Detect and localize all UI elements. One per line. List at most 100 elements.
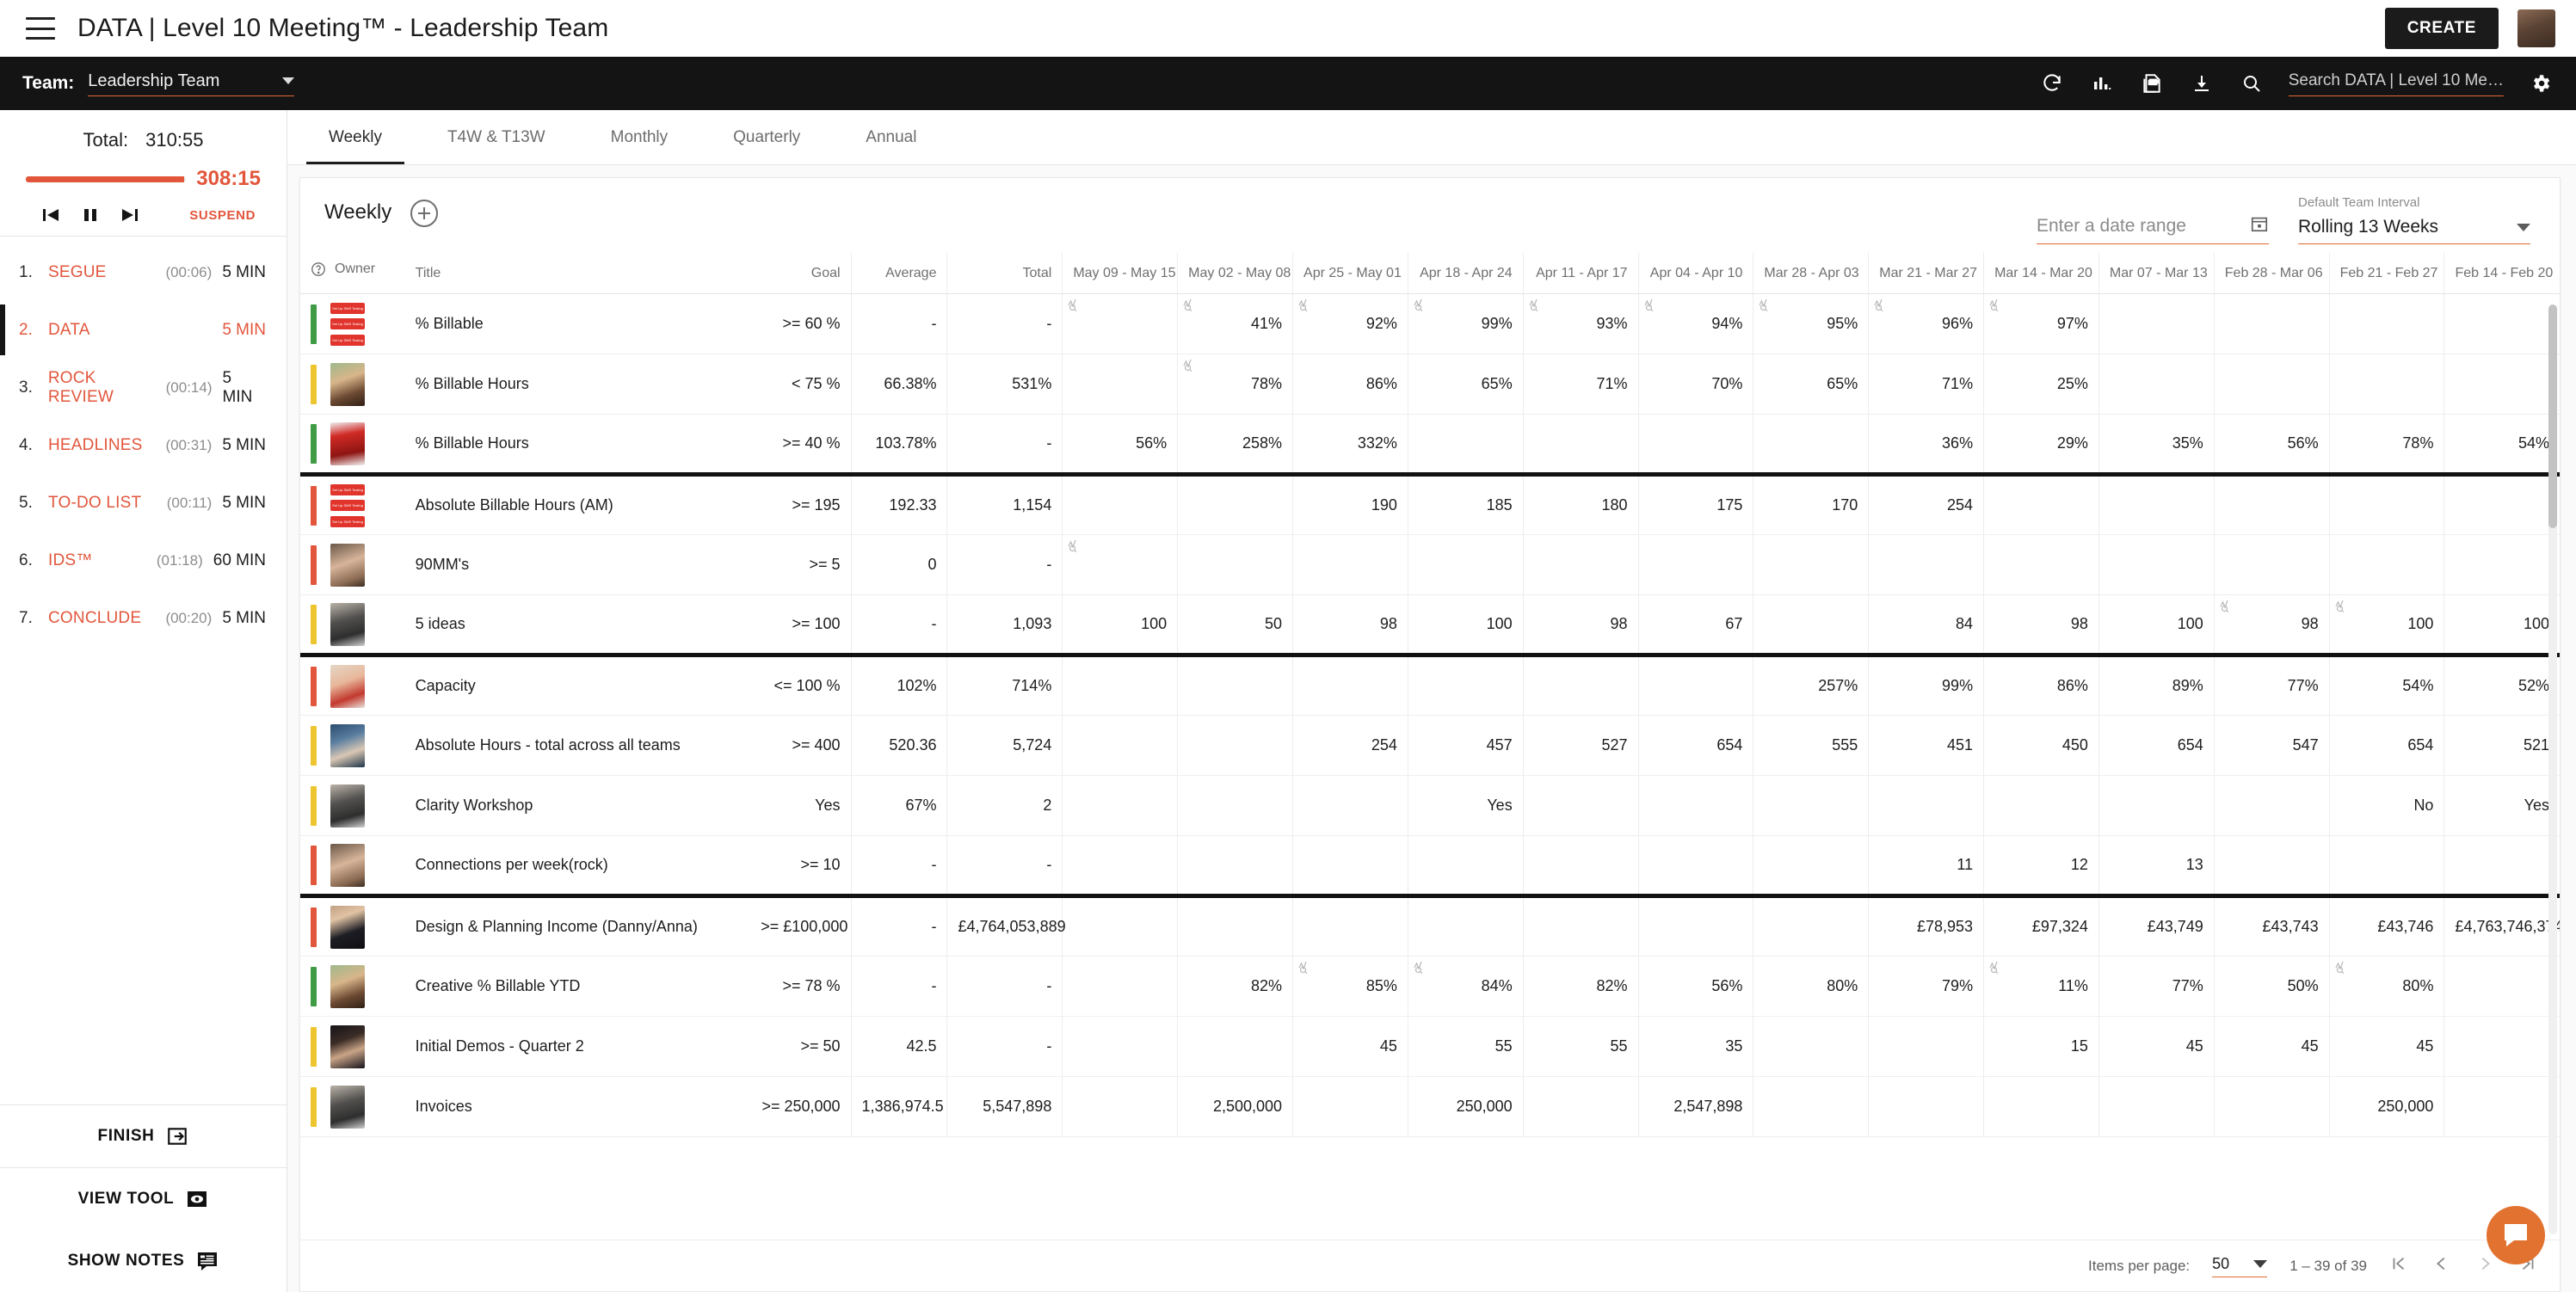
owner-avatar[interactable] xyxy=(330,905,365,949)
measurable-week-value[interactable] xyxy=(1753,835,1869,896)
measurable-title[interactable]: % Billable xyxy=(404,293,751,354)
measurable-week-value[interactable]: 258% xyxy=(1177,414,1293,475)
first-page-button[interactable] xyxy=(2389,1254,2408,1277)
measurable-week-value[interactable] xyxy=(1177,894,1293,957)
measurable-title[interactable]: Absolute Billable Hours (AM) xyxy=(404,472,751,535)
measurable-week-value[interactable]: 95% xyxy=(1753,293,1869,354)
measurable-week-value[interactable]: 332% xyxy=(1292,414,1408,475)
avatar[interactable] xyxy=(2517,9,2555,47)
measurable-week-value[interactable] xyxy=(1177,472,1293,535)
measurable-week-value[interactable]: 13 xyxy=(2098,835,2215,896)
measurable-week-value[interactable]: 98 xyxy=(1292,594,1408,655)
measurable-week-value[interactable]: 654 xyxy=(1637,715,1753,776)
measurable-week-value[interactable]: £78,953 xyxy=(1868,894,1984,957)
measurable-week-value[interactable]: 45 xyxy=(1292,1016,1408,1077)
measurable-week-value[interactable] xyxy=(2444,1076,2560,1137)
measurable-week-value[interactable]: 98 xyxy=(1522,594,1639,655)
measurable-week-value[interactable] xyxy=(2213,354,2330,415)
measurable-goal[interactable]: >= 5 xyxy=(750,534,852,595)
measurable-week-value[interactable] xyxy=(1753,775,1869,836)
tab-monthly[interactable]: Monthly xyxy=(578,110,701,164)
measurable-week-value[interactable]: 12 xyxy=(1983,835,2099,896)
view-tool-button[interactable]: VIEW TOOL xyxy=(0,1168,287,1230)
sparkline-icon[interactable] xyxy=(1989,298,2005,311)
measurable-week-value[interactable]: 94% xyxy=(1637,293,1753,354)
table-row[interactable]: 5 ideas >= 100-1,093 100 50 98 100 98 67 84 98 100… xyxy=(300,594,2560,655)
measurable-week-value[interactable] xyxy=(2098,472,2215,535)
measurable-week-value[interactable] xyxy=(2328,835,2444,896)
measurable-week-value[interactable]: 89% xyxy=(2098,653,2215,716)
column-header-week[interactable]: Mar 28 - Apr 03 xyxy=(1753,253,1869,294)
table-row[interactable]: % Billable Hours < 75 % 66.38% 531% 78% 86% 65… xyxy=(300,354,2560,415)
measurable-week-value[interactable] xyxy=(2098,534,2215,595)
measurable-week-value[interactable]: 254 xyxy=(1292,715,1408,776)
measurable-week-value[interactable] xyxy=(1062,534,1178,595)
scrollbar-thumb[interactable] xyxy=(2548,305,2557,528)
measurable-week-value[interactable]: 85% xyxy=(1292,956,1408,1017)
measurable-week-value[interactable] xyxy=(1292,653,1408,716)
measurable-title[interactable]: Creative % Billable YTD xyxy=(404,956,751,1017)
measurable-week-value[interactable]: 527 xyxy=(1522,715,1639,776)
bar-chart-icon[interactable] xyxy=(2089,71,2115,96)
measurable-week-value[interactable] xyxy=(2098,1076,2215,1137)
measurable-week-value[interactable] xyxy=(1292,1076,1408,1137)
measurable-week-value[interactable]: 2,500,000 xyxy=(1177,1076,1293,1137)
tab-quarterly[interactable]: Quarterly xyxy=(700,110,833,164)
measurable-goal[interactable]: >= £100,000 xyxy=(750,894,852,957)
measurable-week-value[interactable] xyxy=(1177,775,1293,836)
column-header-week[interactable]: Apr 25 - May 01 xyxy=(1292,253,1408,294)
measurable-week-value[interactable] xyxy=(1983,1076,2099,1137)
measurable-week-value[interactable] xyxy=(1868,534,1984,595)
column-header-week[interactable]: May 02 - May 08 xyxy=(1177,253,1293,294)
measurable-week-value[interactable]: 450 xyxy=(1983,715,2099,776)
measurable-week-value[interactable] xyxy=(1522,775,1639,836)
measurable-week-value[interactable]: 185 xyxy=(1407,472,1524,535)
measurable-week-value[interactable]: 84 xyxy=(1868,594,1984,655)
measurable-week-value[interactable] xyxy=(1062,956,1178,1017)
measurable-week-value[interactable] xyxy=(2213,1076,2330,1137)
measurable-week-value[interactable] xyxy=(2328,534,2444,595)
measurable-week-value[interactable] xyxy=(1062,835,1178,896)
measurable-week-value[interactable] xyxy=(1062,653,1178,716)
agenda-item-to-do-list[interactable]: 5. TO-DO LIST (00:11) 5 MIN xyxy=(0,474,287,532)
measurable-week-value[interactable] xyxy=(1292,894,1408,957)
measurable-week-value[interactable]: 80% xyxy=(2328,956,2444,1017)
sparkline-icon[interactable] xyxy=(1068,538,1083,552)
measurable-week-value[interactable] xyxy=(1753,1016,1869,1077)
measurable-week-value[interactable]: 98 xyxy=(2213,594,2330,655)
sparkline-icon[interactable] xyxy=(1529,298,1544,311)
measurable-week-value[interactable]: 82% xyxy=(1177,956,1293,1017)
measurable-title[interactable]: % Billable Hours xyxy=(404,414,751,475)
help-icon[interactable] xyxy=(311,261,326,277)
measurable-week-value[interactable] xyxy=(1522,1076,1639,1137)
sparkline-icon[interactable] xyxy=(2335,599,2351,612)
measurable-week-value[interactable]: 55 xyxy=(1407,1016,1524,1077)
measurable-week-value[interactable] xyxy=(1522,894,1639,957)
measurable-week-value[interactable] xyxy=(2328,354,2444,415)
tab-annual[interactable]: Annual xyxy=(833,110,949,164)
measurable-week-value[interactable]: 78% xyxy=(1177,354,1293,415)
owner-avatar[interactable] xyxy=(330,664,365,708)
table-row[interactable]: Connections per week(rock) >= 10- -11 12 13 xyxy=(300,835,2560,896)
owner-avatar[interactable] xyxy=(330,421,365,465)
measurable-goal[interactable]: >= 400 xyxy=(750,715,852,776)
measurable-week-value[interactable] xyxy=(1407,894,1524,957)
measurable-week-value[interactable]: £4,763,746,374 xyxy=(2444,894,2560,957)
owner-avatar[interactable]: Set Up SMS Testing Set Up SMS Testing Set … xyxy=(330,302,365,346)
measurable-week-value[interactable] xyxy=(1753,1076,1869,1137)
measurable-week-value[interactable]: 15 xyxy=(1983,1016,2099,1077)
table-row[interactable]: Creative % Billable YTD >= 78 % - -82% 85% 84… xyxy=(300,956,2560,1017)
measurable-week-value[interactable]: 36% xyxy=(1868,414,1984,475)
measurable-week-value[interactable] xyxy=(1637,894,1753,957)
sparkline-icon[interactable] xyxy=(1414,298,1429,311)
measurable-week-value[interactable] xyxy=(1292,534,1408,595)
measurable-title[interactable]: Connections per week(rock) xyxy=(404,835,751,896)
measurable-week-value[interactable]: 41% xyxy=(1177,293,1293,354)
hamburger-icon[interactable] xyxy=(26,17,55,40)
measurable-week-value[interactable]: 92% xyxy=(1292,293,1408,354)
measurable-week-value[interactable]: Yes xyxy=(2444,775,2560,836)
measurable-week-value[interactable] xyxy=(1407,414,1524,475)
measurable-week-value[interactable]: 175 xyxy=(1637,472,1753,535)
sparkline-icon[interactable] xyxy=(1298,960,1314,974)
sparkline-icon[interactable] xyxy=(1183,358,1199,372)
